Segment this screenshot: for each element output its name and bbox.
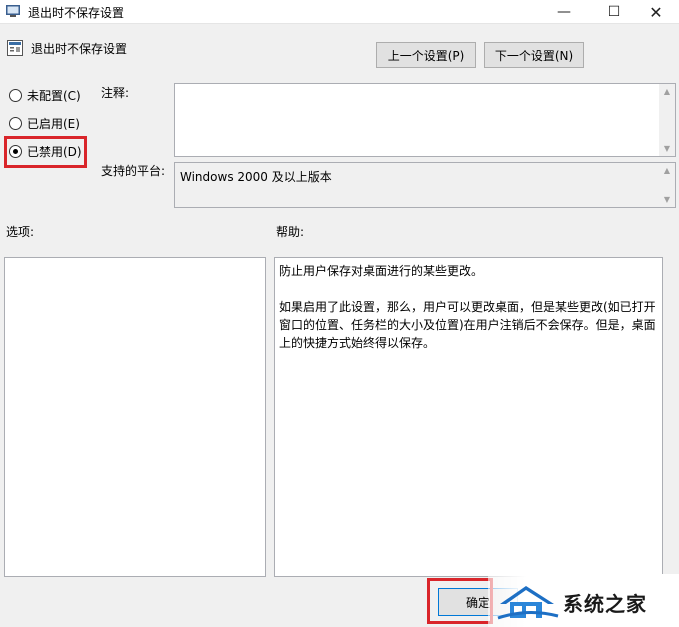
supported-platform-label: 支持的平台:: [101, 164, 166, 178]
help-paragraph: 防止用户保存对桌面进行的某些更改。: [279, 264, 484, 278]
radio-label: 未配置(C): [27, 88, 81, 103]
highlight-box-ok-button: [427, 578, 493, 624]
help-panel: 防止用户保存对桌面进行的某些更改。 如果启用了此设置，那么，用户可以更改桌面，但…: [274, 257, 663, 577]
comment-label: 注释:: [101, 86, 130, 100]
comment-scrollbar[interactable]: ▲ ▼: [659, 84, 675, 156]
radio-button[interactable]: [9, 88, 22, 102]
watermark: 系统之家: [488, 574, 679, 627]
watermark-text: 系统之家: [563, 592, 647, 616]
radio-enabled[interactable]: 已启用(E): [9, 114, 80, 132]
window-title: 退出时不保存设置: [28, 6, 125, 20]
scroll-down-icon[interactable]: ▼: [659, 144, 675, 153]
supported-platform-value: Windows 2000 及以上版本: [180, 170, 332, 184]
highlight-box-disabled-option: [4, 136, 87, 168]
next-setting-button[interactable]: 下一个设置(N): [484, 42, 584, 68]
maximize-icon: ☐: [607, 4, 621, 20]
scroll-up-icon[interactable]: ▲: [659, 87, 675, 96]
help-paragraph: 如果启用了此设置，那么，用户可以更改桌面，但是某些更改(如已打开窗口的位置、任务…: [279, 300, 656, 350]
close-icon: ✕: [649, 2, 663, 22]
policy-setting-icon: [7, 40, 23, 56]
maximize-button[interactable]: ☐: [591, 0, 637, 24]
scroll-up-icon[interactable]: ▲: [659, 166, 675, 175]
supported-platform-field: Windows 2000 及以上版本 ▲ ▼: [174, 162, 676, 208]
help-label: 帮助:: [276, 225, 305, 239]
help-text: 防止用户保存对桌面进行的某些更改。 如果启用了此设置，那么，用户可以更改桌面，但…: [279, 262, 656, 370]
previous-setting-button[interactable]: 上一个设置(P): [376, 42, 476, 68]
minimize-button[interactable]: —: [541, 0, 587, 24]
options-panel: [4, 257, 266, 577]
house-logo-icon: [497, 586, 559, 620]
radio-label: 已启用(E): [27, 116, 80, 131]
comment-textarea[interactable]: ▲ ▼: [174, 83, 676, 157]
policy-name: 退出时不保存设置: [31, 42, 128, 56]
scroll-down-icon[interactable]: ▼: [659, 195, 675, 204]
title-bar: 退出时不保存设置 — ☐ ✕: [0, 0, 679, 24]
group-policy-app-icon: [6, 5, 20, 17]
options-label: 选项:: [6, 225, 35, 239]
radio-not-configured[interactable]: 未配置(C): [9, 86, 81, 104]
close-button[interactable]: ✕: [633, 0, 679, 24]
platform-scrollbar[interactable]: ▲ ▼: [659, 163, 675, 207]
radio-button[interactable]: [9, 116, 22, 130]
minimize-icon: —: [557, 4, 571, 20]
